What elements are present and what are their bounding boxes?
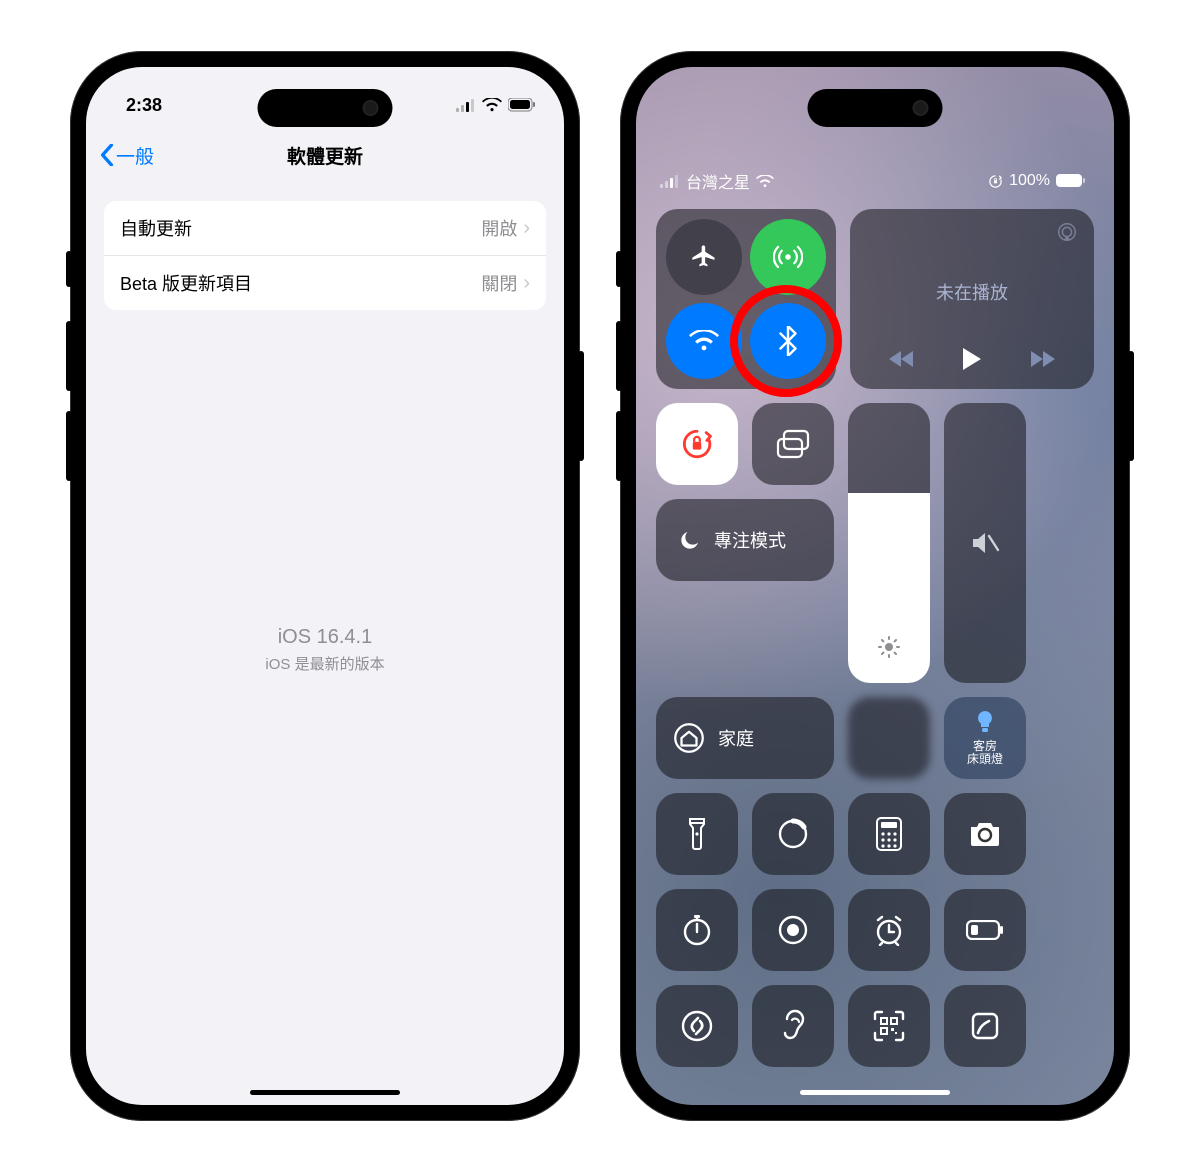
home-indicator[interactable] bbox=[250, 1090, 400, 1095]
chevron-right-icon: › bbox=[523, 272, 530, 295]
status-indicators bbox=[456, 98, 536, 112]
nav-header: 一般 軟體更新 bbox=[86, 131, 564, 179]
cellular-icon bbox=[456, 99, 476, 112]
cellular-icon bbox=[660, 175, 680, 188]
chevron-left-icon bbox=[100, 144, 114, 166]
lamp-line2: 床頭燈 bbox=[967, 752, 1003, 766]
focus-label: 專注模式 bbox=[714, 527, 786, 553]
phone-frame-left: 2:38 一般 軟體更新 自動更新 開啟 › Be bbox=[70, 51, 580, 1121]
screen-control-center: 台灣之星 100% bbox=[636, 67, 1114, 1105]
screen-mirroring-button[interactable] bbox=[752, 403, 834, 485]
control-center-grid: 未在播放 bbox=[636, 193, 1114, 1067]
row-label: 自動更新 bbox=[120, 215, 192, 241]
media-module[interactable]: 未在播放 bbox=[850, 209, 1094, 389]
moon-icon bbox=[678, 528, 702, 552]
screen-mirroring-icon bbox=[775, 429, 811, 459]
alarm-button[interactable] bbox=[848, 889, 930, 971]
row-beta-updates[interactable]: Beta 版更新項目 關閉 › bbox=[104, 255, 546, 310]
sun-icon bbox=[877, 635, 901, 659]
row-auto-update[interactable]: 自動更新 開啟 › bbox=[104, 201, 546, 255]
hearing-button[interactable] bbox=[752, 985, 834, 1067]
calculator-button[interactable] bbox=[848, 793, 930, 875]
status-bar: 台灣之星 100% bbox=[636, 121, 1114, 193]
dynamic-island bbox=[808, 89, 943, 127]
row-value: 開啟 bbox=[481, 215, 517, 241]
back-button[interactable]: 一般 bbox=[100, 142, 154, 169]
stopwatch-icon bbox=[682, 914, 712, 946]
airplay-icon[interactable] bbox=[1056, 221, 1078, 243]
bluetooth-icon bbox=[779, 326, 797, 356]
airplane-icon bbox=[690, 243, 718, 271]
orientation-lock-status-icon bbox=[988, 174, 1003, 189]
camera-icon bbox=[968, 821, 1002, 847]
status-time: 2:38 bbox=[126, 95, 162, 116]
camera-button[interactable] bbox=[944, 793, 1026, 875]
record-icon bbox=[777, 914, 809, 946]
settings-list: 自動更新 開啟 › Beta 版更新項目 關閉 › bbox=[104, 201, 546, 310]
wifi-icon bbox=[756, 175, 774, 188]
home-button[interactable]: 家庭 bbox=[656, 697, 834, 779]
version-info: iOS 16.4.1 iOS 是最新的版本 bbox=[86, 626, 564, 674]
lamp-tile[interactable]: 客房床頭燈 bbox=[944, 697, 1026, 779]
connectivity-module[interactable] bbox=[656, 209, 836, 389]
screen-settings: 2:38 一般 軟體更新 自動更新 開啟 › Be bbox=[86, 67, 564, 1105]
low-power-icon bbox=[966, 920, 1004, 940]
volume-slider[interactable] bbox=[944, 403, 1026, 683]
timer-icon bbox=[777, 818, 809, 850]
alarm-icon bbox=[873, 914, 905, 946]
timer-button[interactable] bbox=[752, 793, 834, 875]
home-scene-tile[interactable] bbox=[848, 697, 930, 779]
battery-icon bbox=[1056, 174, 1086, 188]
rewind-button[interactable] bbox=[889, 350, 915, 368]
ear-icon bbox=[780, 1009, 806, 1043]
phone-frame-right: 台灣之星 100% bbox=[620, 51, 1130, 1121]
screen-record-button[interactable] bbox=[752, 889, 834, 971]
wifi-icon bbox=[482, 98, 502, 112]
orientation-lock-toggle[interactable] bbox=[656, 403, 738, 485]
shazam-icon bbox=[681, 1010, 713, 1042]
row-value: 關閉 bbox=[481, 270, 517, 296]
stopwatch-button[interactable] bbox=[656, 889, 738, 971]
wifi-icon bbox=[689, 330, 719, 352]
brightness-slider[interactable] bbox=[848, 403, 930, 683]
play-button[interactable] bbox=[961, 347, 983, 371]
chevron-right-icon: › bbox=[523, 217, 530, 240]
antenna-icon bbox=[773, 242, 803, 272]
mute-icon bbox=[970, 530, 1000, 556]
home-label: 家庭 bbox=[718, 725, 754, 751]
bluetooth-toggle[interactable] bbox=[750, 303, 826, 379]
battery-percent: 100% bbox=[1009, 172, 1050, 190]
notes-button[interactable] bbox=[944, 985, 1026, 1067]
forward-button[interactable] bbox=[1029, 350, 1055, 368]
battery-icon bbox=[508, 98, 536, 112]
low-power-button[interactable] bbox=[944, 889, 1026, 971]
media-title: 未在播放 bbox=[866, 279, 1078, 305]
home-indicator[interactable] bbox=[800, 1090, 950, 1095]
page-title: 軟體更新 bbox=[287, 142, 363, 169]
orientation-lock-icon bbox=[680, 427, 714, 461]
airplane-mode-toggle[interactable] bbox=[666, 219, 742, 295]
dynamic-island bbox=[258, 89, 393, 127]
wifi-toggle[interactable] bbox=[666, 303, 742, 379]
home-icon bbox=[674, 723, 704, 753]
carrier-name: 台灣之星 bbox=[686, 169, 750, 193]
focus-mode-button[interactable]: 專注模式 bbox=[656, 499, 834, 581]
back-label: 一般 bbox=[116, 142, 154, 169]
calculator-icon bbox=[876, 817, 902, 851]
flashlight-button[interactable] bbox=[656, 793, 738, 875]
bulb-icon bbox=[975, 710, 995, 736]
row-label: Beta 版更新項目 bbox=[120, 270, 252, 296]
ios-version: iOS 16.4.1 bbox=[86, 626, 564, 649]
lamp-line1: 客房 bbox=[973, 739, 997, 753]
cellular-data-toggle[interactable] bbox=[750, 219, 826, 295]
qr-icon bbox=[873, 1010, 905, 1042]
shazam-button[interactable] bbox=[656, 985, 738, 1067]
quick-note-icon bbox=[970, 1011, 1000, 1041]
ios-version-sub: iOS 是最新的版本 bbox=[86, 653, 564, 674]
qr-scanner-button[interactable] bbox=[848, 985, 930, 1067]
flashlight-icon bbox=[687, 817, 707, 851]
